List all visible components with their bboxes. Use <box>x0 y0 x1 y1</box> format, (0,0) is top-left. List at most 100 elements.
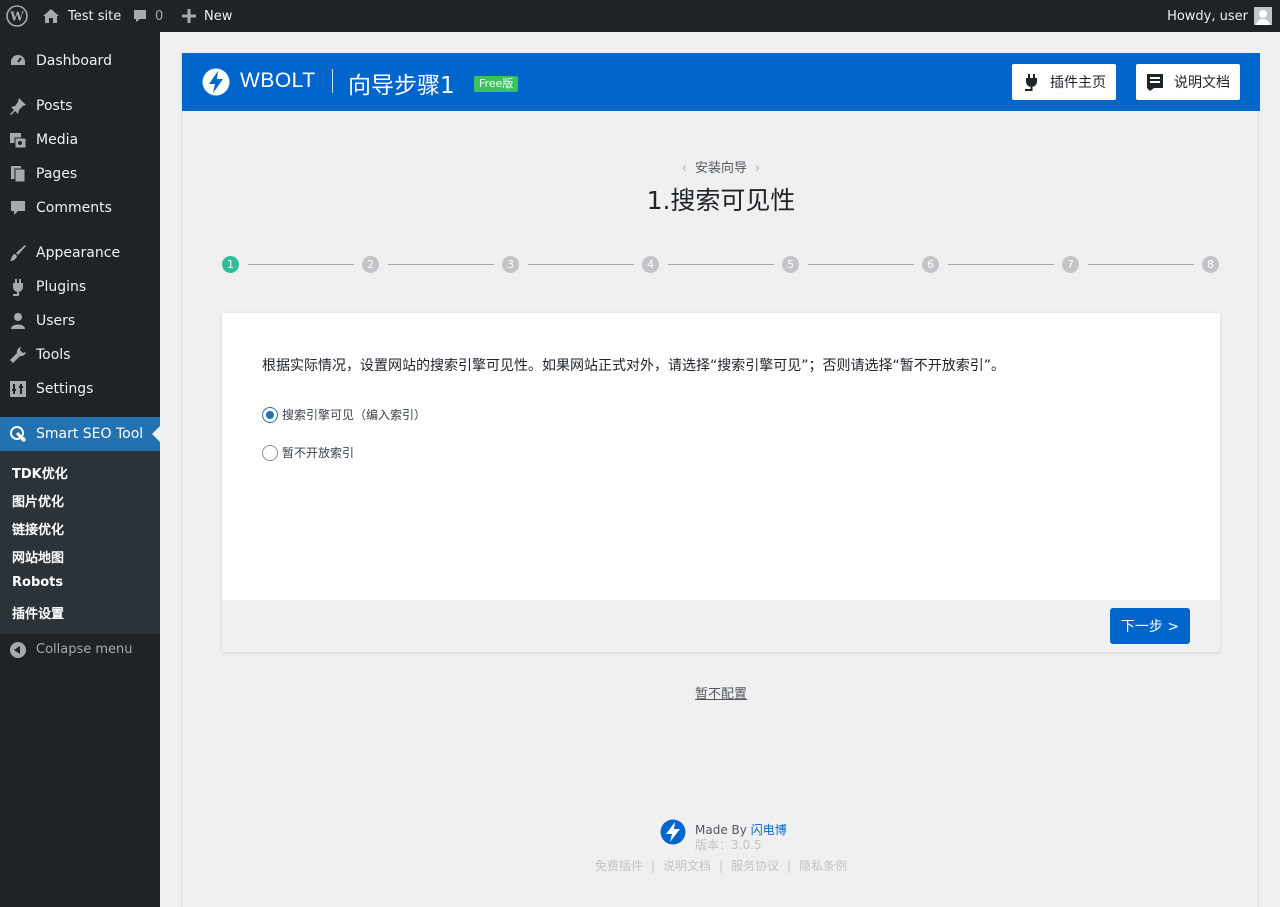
comment-icon <box>134 10 146 22</box>
sidebar-item-label: Media <box>36 132 79 148</box>
submenu-item-images[interactable]: 图片优化 <box>12 491 64 510</box>
author-link[interactable]: 闪电博 <box>751 823 787 837</box>
wordpress-logo-icon[interactable]: W <box>6 0 28 32</box>
step-dot[interactable]: 5 <box>782 256 799 273</box>
step-dot[interactable]: 7 <box>1062 256 1079 273</box>
media-icon <box>9 131 27 149</box>
wizard-card: 根据实际情况，设置网站的搜索引擎可见性。如果网站正式对外，请选择“搜索引擎可见”… <box>222 313 1220 652</box>
chevron-left-icon[interactable]: ‹ <box>682 161 687 176</box>
card-footer: 下一步 > <box>222 600 1220 652</box>
step-dot[interactable]: 2 <box>362 256 379 273</box>
footer-link-docs[interactable]: 说明文档 <box>663 859 711 873</box>
wbolt-logo-icon <box>202 68 230 96</box>
comments-count: 0 <box>155 8 164 24</box>
submenu-item-settings[interactable]: 插件设置 <box>12 603 64 622</box>
wrench-icon <box>9 346 27 364</box>
settings-icon <box>9 380 27 398</box>
step-connector <box>668 264 774 265</box>
next-step-button[interactable]: 下一步 > <box>1110 608 1190 644</box>
step-dot[interactable]: 6 <box>922 256 939 273</box>
sidebar-item-label: Posts <box>36 98 73 114</box>
collapse-menu-label: Collapse menu <box>36 641 133 657</box>
admin-bar: W Test site 0 New Howdy, user <box>0 0 1280 32</box>
sidebar-item-pages[interactable]: Pages <box>0 157 160 191</box>
version-text: 版本：3.0.5 <box>695 838 762 852</box>
sidebar-item-appearance[interactable]: Appearance <box>0 236 160 270</box>
avatar <box>1254 7 1272 25</box>
step-title: 1.搜索可见性 <box>646 186 796 215</box>
sidebar-item-dashboard[interactable]: Dashboard <box>0 44 160 78</box>
my-account-link[interactable]: Howdy, user <box>1167 0 1272 32</box>
sidebar-item-smart-seo-tool[interactable]: Smart SEO Tool <box>0 417 160 451</box>
new-label: New <box>204 8 233 24</box>
submenu-item-links[interactable]: 链接优化 <box>12 519 64 538</box>
plugin-icon <box>9 278 27 296</box>
docs-button[interactable]: 说明文档 <box>1136 64 1240 100</box>
sidebar-item-label: Settings <box>36 381 94 397</box>
step-dot[interactable]: 3 <box>502 256 519 273</box>
user-icon <box>9 312 27 330</box>
skip-config: 暂不配置 <box>182 683 1260 702</box>
seo-submenu: TDK优化 图片优化 链接优化 网站地图 Robots 插件设置 <box>0 451 160 634</box>
sidebar-item-label: Pages <box>36 166 78 182</box>
svg-text:W: W <box>9 10 24 24</box>
collapse-arrow-icon <box>10 642 26 658</box>
footer-link-privacy[interactable]: 隐私条例 <box>799 859 847 873</box>
plug-icon <box>1025 74 1037 91</box>
chevron-right-icon[interactable]: › <box>755 161 760 176</box>
step-dot[interactable]: 1 <box>222 256 239 273</box>
step-connector <box>528 264 634 265</box>
comment-icon <box>9 199 27 217</box>
collapse-menu-button[interactable]: Collapse menu <box>0 637 160 661</box>
plugin-home-label: 插件主页 <box>1050 75 1106 91</box>
radio-label: 搜索引擎可见（编入索引） <box>282 408 427 422</box>
site-name-link[interactable]: Test site <box>42 0 121 32</box>
wizard-label: 安装向导 <box>694 161 747 176</box>
footer-link-free-plugins[interactable]: 免费插件 <box>595 859 643 873</box>
pages-icon <box>9 165 27 183</box>
footer-link-terms[interactable]: 服务协议 <box>731 859 779 873</box>
sidebar-item-users[interactable]: Users <box>0 304 160 338</box>
step-connector <box>948 264 1054 265</box>
docs-label: 说明文档 <box>1174 75 1230 91</box>
sidebar-item-plugins[interactable]: Plugins <box>0 270 160 304</box>
new-content-link[interactable]: New <box>182 0 232 32</box>
admin-sidebar: Dashboard Posts Media Pages Comments App… <box>0 32 160 907</box>
radio-no-index[interactable]: 暂不开放索引 <box>262 444 354 461</box>
skip-config-link[interactable]: 暂不配置 <box>695 687 747 702</box>
howdy-text: Howdy, user <box>1167 8 1248 24</box>
sidebar-item-posts[interactable]: Posts <box>0 89 160 123</box>
step-dot[interactable]: 8 <box>1202 256 1219 273</box>
brand-name: WBOLT <box>240 69 316 92</box>
dashboard-icon <box>9 52 27 70</box>
sidebar-item-label: Dashboard <box>36 53 112 69</box>
radio-search-visible[interactable]: 搜索引擎可见（编入索引） <box>262 406 426 423</box>
step-connector <box>1088 264 1194 265</box>
footer-logo-icon <box>660 819 686 845</box>
radio-button[interactable] <box>262 444 278 461</box>
radio-button-checked[interactable] <box>262 406 278 423</box>
sidebar-item-comments[interactable]: Comments <box>0 191 160 225</box>
document-icon <box>1147 74 1163 91</box>
site-name: Test site <box>68 8 122 24</box>
radio-label: 暂不开放索引 <box>282 446 355 460</box>
plugin-home-button[interactable]: 插件主页 <box>1012 64 1116 100</box>
sidebar-item-media[interactable]: Media <box>0 123 160 157</box>
step-connector <box>808 264 914 265</box>
sidebar-item-label: Users <box>36 313 76 329</box>
submenu-item-tdk[interactable]: TDK优化 <box>12 463 68 482</box>
sidebar-item-tools[interactable]: Tools <box>0 338 160 372</box>
submenu-item-robots[interactable]: Robots <box>12 575 63 590</box>
step-connector <box>388 264 494 265</box>
wizard-stepper: 1 2 3 4 5 6 7 8 <box>222 256 1220 273</box>
plus-icon <box>182 9 196 23</box>
submenu-item-sitemap[interactable]: 网站地图 <box>12 547 64 566</box>
home-icon <box>43 9 59 23</box>
step-dot[interactable]: 4 <box>642 256 659 273</box>
footer-separator: | <box>787 859 792 873</box>
sidebar-item-settings[interactable]: Settings <box>0 372 160 406</box>
wizard-breadcrumb: ‹ 安装向导 › <box>182 157 1260 176</box>
comments-link[interactable]: 0 <box>132 0 163 32</box>
sidebar-item-label: Tools <box>36 347 71 363</box>
footer-separator: | <box>718 859 724 873</box>
